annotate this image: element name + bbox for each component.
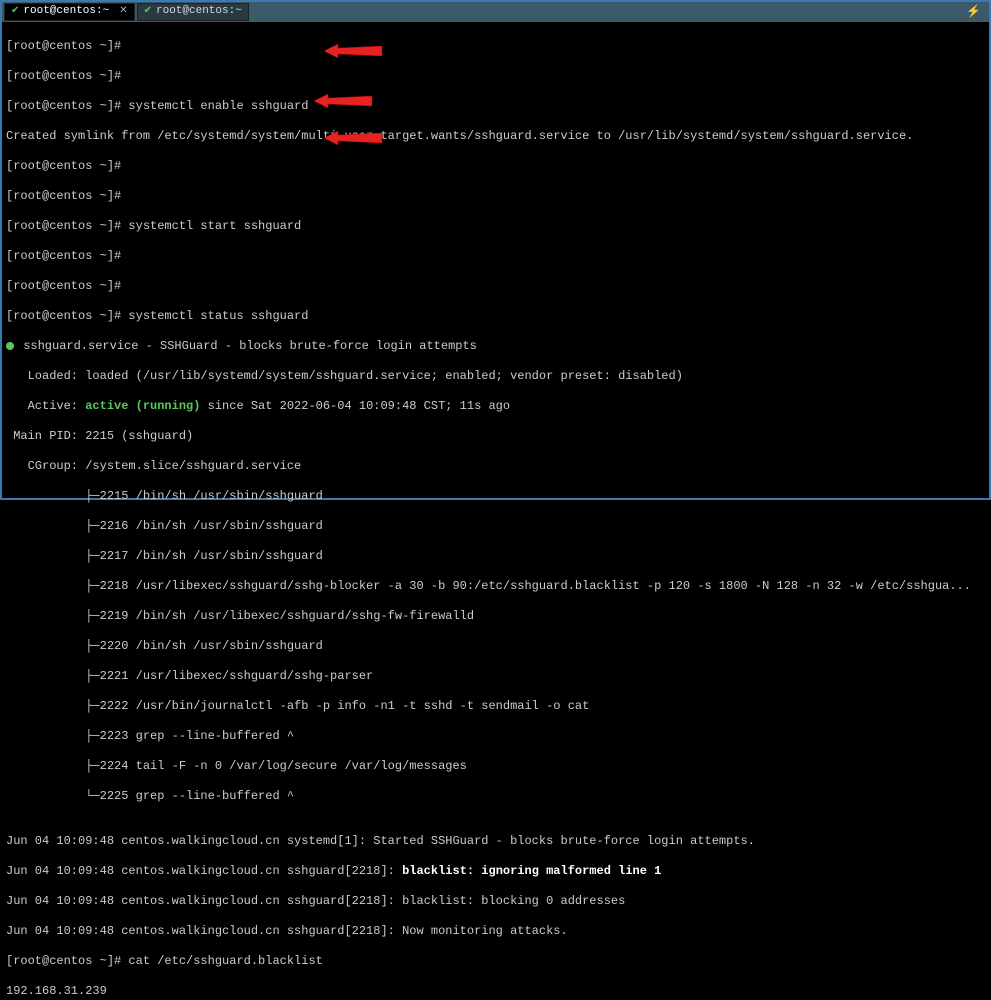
process-line: ├─2222 /usr/bin/journalctl -afb -p info … [6, 699, 985, 714]
process-line: ├─2220 /bin/sh /usr/sbin/sshguard [6, 639, 985, 654]
process-line: └─2225 grep --line-buffered ^ [6, 789, 985, 804]
cmd-status-sshguard: [root@centos ~]# systemctl status sshgua… [6, 309, 985, 324]
cmd-start-sshguard: [root@centos ~]# systemctl start sshguar… [6, 219, 985, 234]
log-line: Jun 04 10:09:48 centos.walkingcloud.cn s… [6, 924, 985, 939]
prompt-line: [root@centos ~]# [6, 249, 985, 264]
prompt-line: [root@centos ~]# [6, 39, 985, 54]
log-line: Jun 04 10:09:48 centos.walkingcloud.cn s… [6, 864, 985, 879]
log-warning: blacklist: ignoring malformed line 1 [402, 864, 661, 878]
process-line: ├─2217 /bin/sh /usr/sbin/sshguard [6, 549, 985, 564]
tab-label: root@centos:~ [23, 5, 109, 19]
main-pid: Main PID: 2215 (sshguard) [6, 429, 985, 444]
tab-label: root@centos:~ [156, 5, 242, 19]
cmd-cat-blacklist: [root@centos ~]# cat /etc/sshguard.black… [6, 954, 985, 969]
log-prefix: Jun 04 10:09:48 centos.walkingcloud.cn s… [6, 864, 402, 878]
log-line: Jun 04 10:09:48 centos.walkingcloud.cn s… [6, 894, 985, 909]
process-line: ├─2216 /bin/sh /usr/sbin/sshguard [6, 519, 985, 534]
process-line: ├─2221 /usr/libexec/sshguard/sshg-parser [6, 669, 985, 684]
active-since: since Sat 2022-06-04 10:09:48 CST; 11s a… [200, 399, 510, 413]
terminal-tab-2[interactable]: ✔ root@centos:~ [137, 3, 249, 21]
prompt-line: [root@centos ~]# [6, 189, 985, 204]
active-line: Active: active (running) since Sat 2022-… [6, 399, 985, 414]
process-line: ├─2223 grep --line-buffered ^ [6, 729, 985, 744]
status-dot-icon: ✔ [11, 6, 19, 19]
output-symlink: Created symlink from /etc/systemd/system… [6, 129, 985, 144]
prompt-line: [root@centos ~]# [6, 159, 985, 174]
process-line: ├─2219 /bin/sh /usr/libexec/sshguard/ssh… [6, 609, 985, 624]
tab-bar: ✔ root@centos:~ ✕ ✔ root@centos:~ ⚡ [2, 2, 989, 22]
service-name: sshguard.service - SSHGuard - blocks bru… [16, 339, 477, 353]
process-line: ├─2224 tail -F -n 0 /var/log/secure /var… [6, 759, 985, 774]
status-dot-icon: ✔ [144, 6, 152, 19]
active-status: active (running) [85, 399, 200, 413]
process-line: ├─2215 /bin/sh /usr/sbin/sshguard [6, 489, 985, 504]
terminal-output[interactable]: [root@centos ~]# [root@centos ~]# [root@… [2, 22, 989, 1000]
process-line: ├─2218 /usr/libexec/sshguard/sshg-blocke… [6, 579, 985, 594]
lightning-icon[interactable]: ⚡ [960, 5, 987, 20]
output-ip: 192.168.31.239 [6, 984, 985, 999]
active-label: Active: [6, 399, 85, 413]
service-header: sshguard.service - SSHGuard - blocks bru… [6, 339, 985, 354]
close-icon[interactable]: ✕ [119, 6, 127, 19]
cgroup-line: CGroup: /system.slice/sshguard.service [6, 459, 985, 474]
terminal-tab-1[interactable]: ✔ root@centos:~ ✕ [4, 3, 135, 21]
log-line: Jun 04 10:09:48 centos.walkingcloud.cn s… [6, 834, 985, 849]
cmd-enable-sshguard: [root@centos ~]# systemctl enable sshgua… [6, 99, 985, 114]
status-bullet-icon [6, 342, 14, 350]
loaded-line: Loaded: loaded (/usr/lib/systemd/system/… [6, 369, 985, 384]
prompt-line: [root@centos ~]# [6, 69, 985, 84]
prompt-line: [root@centos ~]# [6, 279, 985, 294]
